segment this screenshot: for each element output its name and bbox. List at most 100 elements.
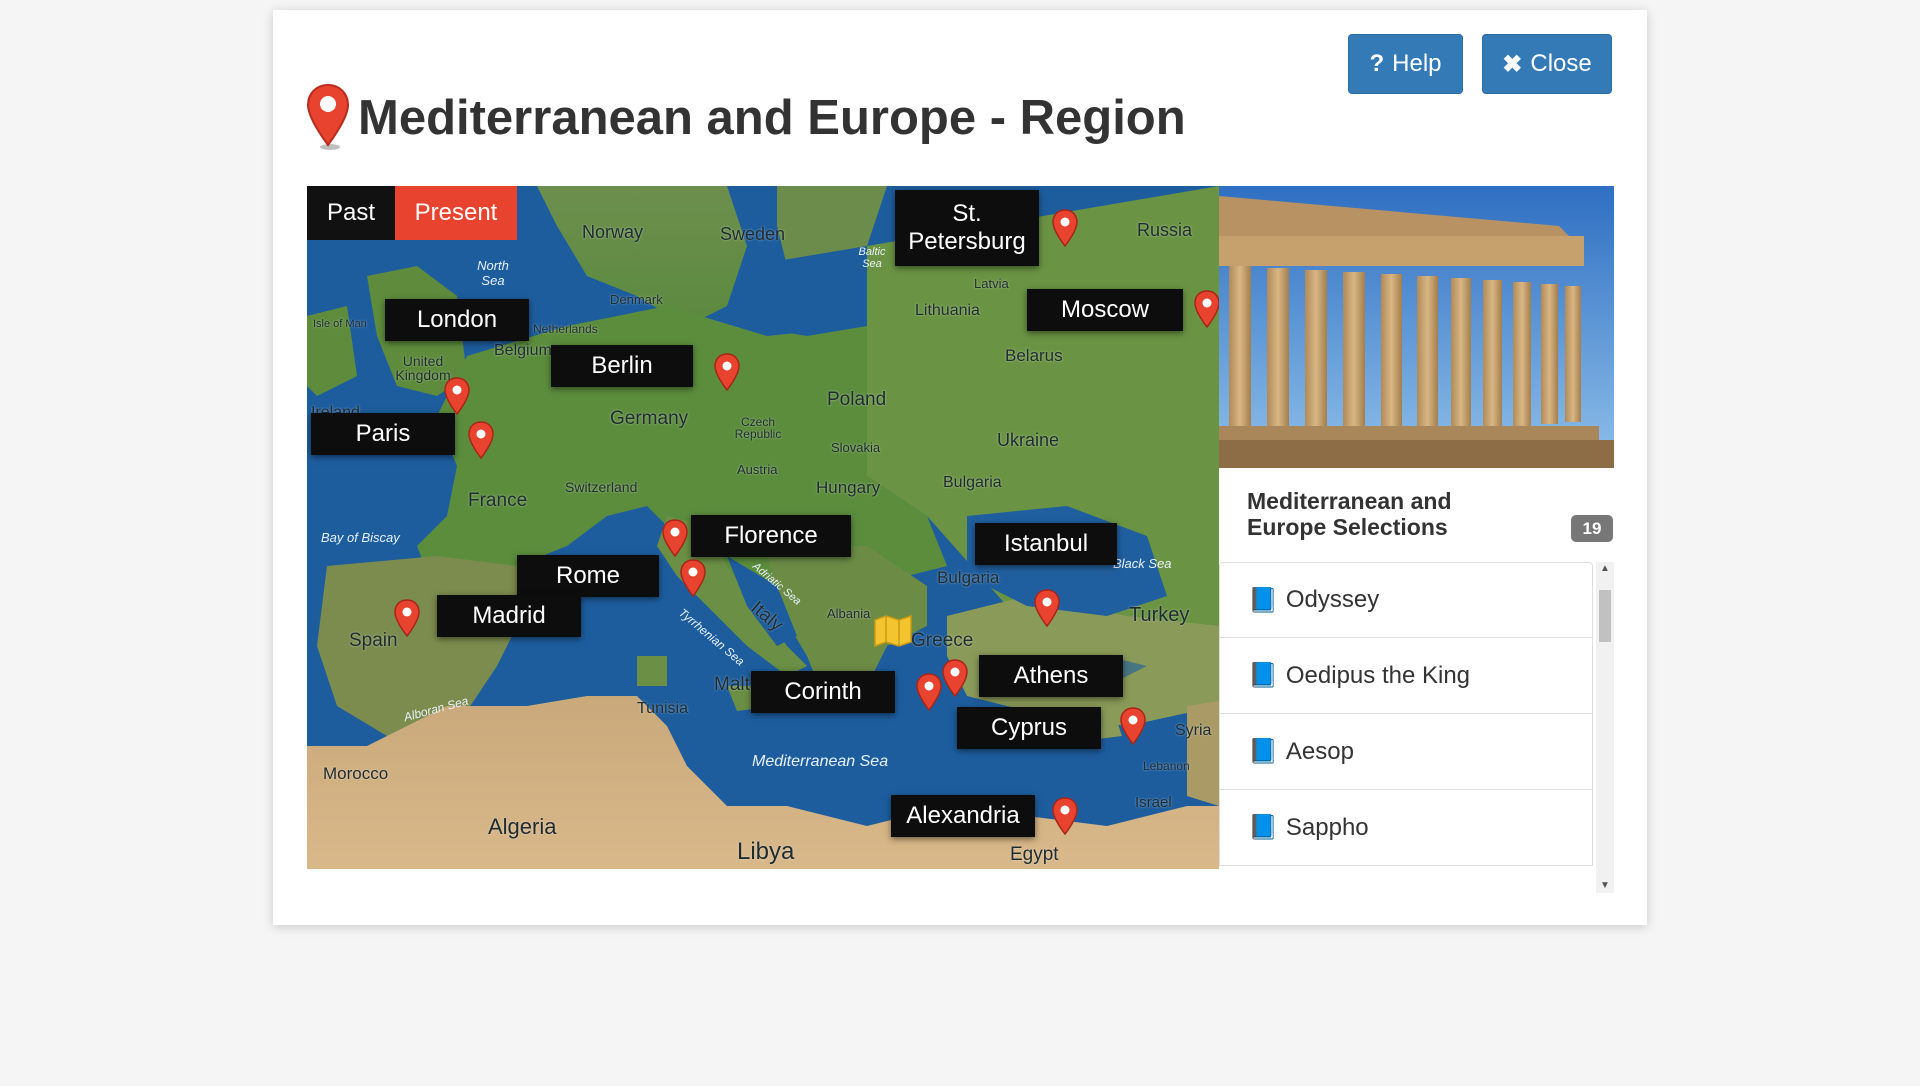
geo-morocco: Morocco	[323, 764, 389, 783]
past-toggle-button[interactable]: Past	[307, 186, 395, 240]
geo-isle-of-man: Isle of Man	[313, 318, 367, 330]
pin-berlin[interactable]	[713, 352, 741, 392]
book-icon: 📘	[1248, 814, 1278, 841]
geo-netherlands: Netherlands	[533, 322, 598, 336]
geo-bulgaria-north: Bulgaria	[943, 474, 1002, 491]
times-icon: ✖	[1502, 50, 1523, 78]
geo-bay-of-biscay: Bay of Biscay	[321, 530, 400, 545]
geo-lebanon: Lebanon	[1143, 759, 1190, 773]
list-item-label: Aesop	[1285, 737, 1354, 765]
close-button[interactable]: ✖ Close	[1482, 34, 1612, 94]
geo-black-sea: Black Sea	[1113, 556, 1172, 571]
geo-norway: Norway	[582, 222, 644, 242]
city-label-madrid[interactable]: Madrid	[437, 595, 581, 637]
list-item-label: Sappho	[1285, 813, 1369, 841]
pin-st-petersburg[interactable]	[1051, 208, 1079, 248]
book-icon: 📘	[1248, 738, 1278, 765]
geo-albania: Albania	[827, 606, 871, 621]
list-item-label: Odyssey	[1285, 586, 1380, 613]
present-toggle-button[interactable]: Present	[395, 186, 517, 240]
era-toggle: Past Present	[307, 186, 517, 240]
map-marker-icon	[306, 83, 350, 150]
pin-london[interactable]	[443, 376, 471, 416]
city-label-alexandria[interactable]: Alexandria	[891, 795, 1035, 837]
geo-denmark: Denmark	[610, 292, 663, 307]
selections-heading: Mediterranean and Europe Selections	[1247, 488, 1452, 540]
parthenon-image	[1219, 186, 1614, 468]
geo-greece: Greece	[911, 630, 974, 651]
city-label-istanbul[interactable]: Istanbul	[975, 523, 1117, 565]
city-label-berlin[interactable]: Berlin	[551, 345, 693, 387]
help-label: Help	[1392, 50, 1442, 77]
geo-slovakia: Slovakia	[831, 440, 881, 455]
geo-bulgaria-south: Bulgaria	[937, 568, 1000, 587]
geo-north-sea: North Sea	[477, 258, 509, 288]
help-button[interactable]: ? Help	[1348, 34, 1463, 94]
city-label-st-petersburg[interactable]: St. Petersburg	[895, 190, 1039, 266]
selections-scrollbar[interactable]: ▲ ▼	[1596, 562, 1614, 893]
page-title-row: Mediterranean and Europe - Region	[306, 78, 1186, 158]
region-photo	[1219, 186, 1614, 468]
geo-lithuania: Lithuania	[915, 302, 980, 319]
city-label-moscow[interactable]: Moscow	[1027, 289, 1183, 331]
scroll-up-icon[interactable]: ▲	[1596, 562, 1614, 576]
geo-germany: Germany	[610, 408, 689, 429]
geo-algeria: Algeria	[488, 814, 557, 839]
geo-libya: Libya	[737, 838, 795, 865]
geo-israel: Israel	[1135, 794, 1172, 811]
geo-sweden: Sweden	[720, 224, 786, 244]
geo-ukraine: Ukraine	[997, 430, 1060, 450]
pin-rome[interactable]	[679, 558, 707, 598]
city-label-paris[interactable]: Paris	[311, 413, 455, 455]
region-modal: ? Help ✖ Close Mediterranean and Europe …	[273, 10, 1647, 925]
list-item[interactable]: 📘 Oedipus the King	[1219, 638, 1593, 714]
scrollbar-thumb[interactable]	[1599, 590, 1611, 642]
pin-moscow[interactable]	[1193, 289, 1219, 329]
book-icon: 📘	[1248, 586, 1278, 614]
question-icon: ?	[1369, 50, 1385, 77]
city-label-corinth[interactable]: Corinth	[751, 671, 895, 713]
book-icon: 📘	[1248, 662, 1278, 689]
pin-madrid[interactable]	[393, 598, 421, 638]
geo-czech-republic: Czech Republic	[734, 415, 782, 441]
page-title: Mediterranean and Europe - Region	[358, 91, 1186, 145]
region-map[interactable]: Norway Sweden Russia North Sea Baltic Se…	[307, 186, 1219, 869]
pin-cyprus[interactable]	[1119, 706, 1147, 746]
geo-tunisia: Tunisia	[637, 700, 688, 717]
geo-syria: Syria	[1175, 722, 1212, 739]
city-label-rome[interactable]: Rome	[517, 555, 659, 597]
geo-austria: Austria	[737, 462, 778, 477]
city-label-london[interactable]: London	[385, 299, 529, 341]
geo-latvia: Latvia	[974, 276, 1009, 291]
geo-baltic-sea: Baltic Sea	[858, 246, 886, 270]
list-item[interactable]: 📘 Sappho	[1219, 790, 1593, 866]
geo-russia: Russia	[1137, 220, 1193, 240]
geo-switzerland: Switzerland	[565, 479, 638, 495]
list-item[interactable]: 📘 Aesop	[1219, 714, 1593, 790]
close-label: Close	[1530, 50, 1592, 77]
pin-alexandria[interactable]	[1051, 796, 1079, 836]
geo-france: France	[468, 490, 528, 511]
greece-map-icon[interactable]	[873, 614, 913, 648]
selections-header: Mediterranean and Europe Selections	[1247, 488, 1587, 540]
list-item[interactable]: 📘 Odyssey	[1219, 562, 1593, 638]
geo-spain: Spain	[349, 630, 398, 651]
pin-paris[interactable]	[467, 420, 495, 460]
selections-list: 📘 Odyssey 📘 Oedipus the King 📘 Aesop 📘 S…	[1219, 562, 1593, 893]
city-label-athens[interactable]: Athens	[979, 655, 1123, 697]
geo-turkey: Turkey	[1129, 604, 1190, 626]
pin-athens[interactable]	[941, 658, 969, 698]
pin-corinth[interactable]	[915, 672, 943, 712]
geo-mediterranean-sea: Mediterranean Sea	[752, 753, 889, 770]
city-label-cyprus[interactable]: Cyprus	[957, 707, 1101, 749]
city-label-florence[interactable]: Florence	[691, 515, 851, 557]
scroll-down-icon[interactable]: ▼	[1596, 879, 1614, 893]
geo-egypt: Egypt	[1010, 844, 1059, 865]
pin-florence[interactable]	[661, 518, 689, 558]
geo-belgium: Belgium	[494, 342, 552, 359]
geo-hungary: Hungary	[816, 478, 881, 497]
pin-istanbul[interactable]	[1033, 588, 1061, 628]
geo-poland: Poland	[827, 389, 887, 410]
geo-belarus: Belarus	[1005, 346, 1063, 365]
selections-count-badge: 19	[1571, 515, 1613, 542]
